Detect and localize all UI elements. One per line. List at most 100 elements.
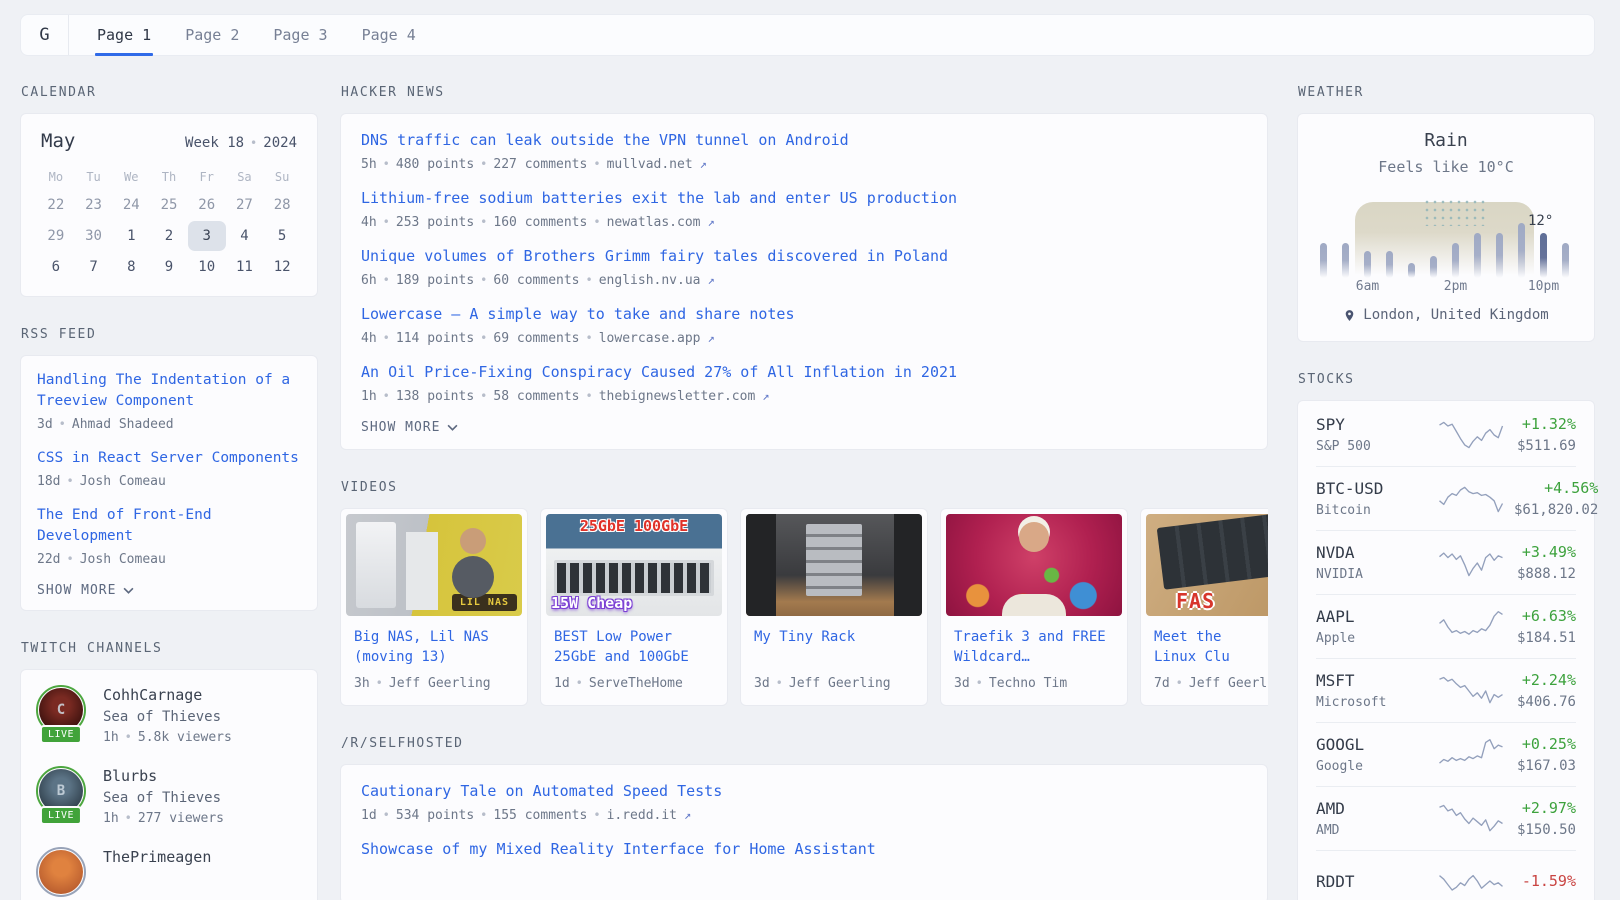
calendar-day[interactable]: 23 [75, 190, 113, 220]
separator-dot: • [480, 273, 487, 287]
news-item-title[interactable]: An Oil Price-Fixing Conspiracy Caused 27… [361, 362, 1247, 383]
stock-row[interactable]: BTC-USDBitcoin+4.56%$61,820.02 [1316, 466, 1576, 530]
video-title[interactable]: Traefik 3 and FREE Wildcard… [954, 627, 1114, 667]
meta-text: 138 points [396, 389, 474, 404]
video-title[interactable]: BEST Low Power 25GbE and 100GbE Switch… [554, 627, 714, 667]
stock-row[interactable]: AAPLApple+6.63%$184.51 [1316, 594, 1576, 658]
avatar [39, 850, 83, 894]
stock-row[interactable]: SPYS&P 500+1.32%$511.69 [1316, 403, 1576, 466]
calendar-day[interactable]: 24 [112, 190, 150, 220]
calendar-day[interactable]: 7 [75, 252, 113, 282]
reddit-list: Cautionary Tale on Automated Speed Tests… [361, 781, 1247, 860]
news-item-title[interactable]: DNS traffic can leak outside the VPN tun… [361, 130, 1247, 151]
meta-text: 189 points [396, 273, 474, 288]
current-temp-label: 12° [1528, 213, 1553, 229]
source-label: mullvad.net [607, 157, 693, 172]
calendar-day[interactable]: 8 [112, 252, 150, 282]
week-label: Week [185, 135, 219, 151]
rss-item-title[interactable]: CSS in React Server Components [37, 448, 301, 469]
source-label: lowercase.app [599, 331, 701, 346]
news-item: Showcase of my Mixed Reality Interface f… [361, 839, 1247, 860]
sparkline-chart [1436, 545, 1506, 581]
calendar-day[interactable]: 28 [263, 190, 301, 220]
tab-page-4[interactable]: Page 4 [360, 15, 418, 55]
video-card[interactable]: 25GbE 100GbE15W CheapBEST Low Power 25Gb… [540, 508, 728, 706]
external-link-icon: ↗ [700, 157, 707, 171]
twitch-channel-row[interactable]: BLIVEBlurbsSea of Thieves1h•277 viewers [37, 767, 301, 826]
stock-row[interactable]: RDDT-1.59% [1316, 850, 1576, 900]
calendar-day[interactable]: 3 [188, 221, 226, 251]
avatar-wrap: BLIVE [37, 767, 87, 819]
calendar-day[interactable]: 22 [37, 190, 75, 220]
channel-name: ThePrimeagen [103, 848, 211, 866]
stock-values: +4.56%$61,820.02 [1514, 479, 1598, 518]
dashboard: CALENDAR May Week 18•2024 MoTuWeThFrSaSu… [0, 85, 1620, 900]
external-link-icon: ↗ [707, 273, 714, 287]
twitch-channel-row[interactable]: ThePrimeagen [37, 848, 301, 900]
calendar-day[interactable]: 27 [226, 190, 264, 220]
video-card[interactable]: FASMeet the Linux Clu7d•Jeff Geerling [1140, 508, 1268, 706]
rss-show-more-button[interactable]: SHOW MORE [37, 583, 301, 598]
calendar-day[interactable]: 30 [75, 221, 113, 251]
stock-symbol-block: AAPLApple [1316, 607, 1428, 646]
weather-hourly-chart: 12°6am2pm10pm [1316, 190, 1578, 294]
calendar-day[interactable]: 12 [263, 252, 301, 282]
top-nav: G Page 1 Page 2 Page 3 Page 4 [20, 14, 1595, 56]
calendar-day[interactable]: 5 [263, 221, 301, 251]
meta-text: ServeTheHome [589, 676, 683, 691]
calendar-day[interactable]: 11 [226, 252, 264, 282]
news-item-title[interactable]: Showcase of my Mixed Reality Interface f… [361, 839, 1247, 860]
news-item-title[interactable]: Lowercase – A simple way to take and sha… [361, 304, 1247, 325]
news-item-title[interactable]: Unique volumes of Brothers Grimm fairy t… [361, 246, 1247, 267]
calendar-day[interactable]: 26 [188, 190, 226, 220]
stocks-card: SPYS&P 500+1.32%$511.69BTC-USDBitcoin+4.… [1297, 400, 1595, 900]
calendar-day[interactable]: 29 [37, 221, 75, 251]
reddit-card: Cautionary Tale on Automated Speed Tests… [340, 764, 1268, 900]
calendar-day[interactable]: 1 [112, 221, 150, 251]
hackernews-show-more-button[interactable]: SHOW MORE [361, 420, 1247, 435]
video-card[interactable]: LIL NASBig NAS, Lil NAS (moving 13)3h•Je… [340, 508, 528, 706]
stock-row[interactable]: MSFTMicrosoft+2.24%$406.76 [1316, 658, 1576, 722]
news-item-title[interactable]: Cautionary Tale on Automated Speed Tests [361, 781, 1247, 802]
meta-text: 69 comments [493, 331, 579, 346]
calendar-day[interactable]: 2 [150, 221, 188, 251]
video-card[interactable]: My Tiny Rack3d•Jeff Geerling [740, 508, 928, 706]
separator-dot: • [586, 273, 593, 287]
stock-values: +2.97%$150.50 [1514, 799, 1576, 838]
stock-name: NVIDIA [1316, 567, 1428, 582]
calendar-day[interactable]: 9 [150, 252, 188, 282]
tab-page-3[interactable]: Page 3 [271, 15, 329, 55]
calendar-day[interactable]: 25 [150, 190, 188, 220]
calendar-day[interactable]: 10 [188, 252, 226, 282]
stock-row[interactable]: AMDAMD+2.97%$150.50 [1316, 786, 1576, 850]
tab-page-2[interactable]: Page 2 [183, 15, 241, 55]
stock-row[interactable]: NVDANVIDIA+3.49%$888.12 [1316, 530, 1576, 594]
rss-item-meta: 3d•Ahmad Shadeed [37, 417, 301, 432]
weekday-label: Th [150, 170, 188, 184]
weather-bar [1452, 243, 1459, 278]
separator-dot: • [383, 157, 390, 171]
rss-item-title[interactable]: Handling The Indentation of a Treeview C… [37, 370, 301, 412]
section-title-stocks: STOCKS [1298, 372, 1595, 387]
app-logo[interactable]: G [21, 15, 69, 55]
stock-change: +4.56% [1514, 479, 1598, 497]
stock-row[interactable]: GOOGLGoogle+0.25%$167.03 [1316, 722, 1576, 786]
video-title[interactable]: My Tiny Rack [754, 627, 914, 667]
separator-dot: • [776, 676, 783, 690]
calendar-header: May Week 18•2024 [37, 130, 301, 152]
calendar-day[interactable]: 4 [226, 221, 264, 251]
video-card[interactable]: Traefik 3 and FREE Wildcard…3d•Techno Ti… [940, 508, 1128, 706]
news-item-title[interactable]: Lithium-free sodium batteries exit the l… [361, 188, 1247, 209]
meta-text: 3d [954, 676, 970, 691]
tab-page-1[interactable]: Page 1 [95, 15, 153, 55]
meta-text: 3d [37, 417, 53, 432]
video-title[interactable]: Big NAS, Lil NAS (moving 13) [354, 627, 514, 667]
twitch-channel-row[interactable]: CLIVECohhCarnageSea of Thieves1h•5.8k vi… [37, 686, 301, 745]
stock-ticker: AMD [1316, 799, 1428, 818]
video-thumbnail [946, 514, 1122, 616]
calendar-day[interactable]: 6 [37, 252, 75, 282]
rss-item-title[interactable]: The End of Front-End Development [37, 505, 301, 547]
weather-bar [1386, 251, 1393, 278]
left-column: CALENDAR May Week 18•2024 MoTuWeThFrSaSu… [20, 85, 318, 900]
video-title[interactable]: Meet the Linux Clu [1154, 627, 1268, 667]
